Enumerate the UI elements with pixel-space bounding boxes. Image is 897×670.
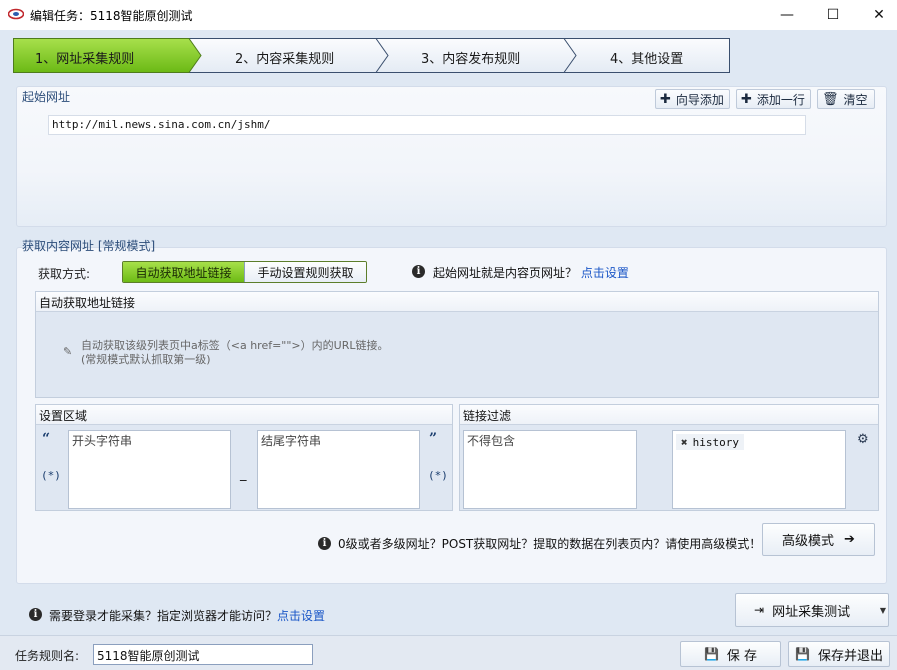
window-title: 编辑任务：5118智能原创测试 [30, 9, 193, 23]
remove-tag-icon[interactable]: ✖ [681, 436, 688, 449]
rule-name-input[interactable]: 5118智能原创测试 [93, 644, 313, 665]
plus-icon: ✚ [741, 91, 752, 107]
filter-tag-list[interactable]: ✖ history [672, 430, 846, 509]
open-quote-icon[interactable]: “ [42, 431, 50, 447]
step-4-label[interactable]: 4、其他设置 [610, 48, 683, 67]
app-logo-icon [8, 8, 24, 20]
gear-icon[interactable]: ⚙ [857, 432, 869, 447]
info-icon: i [29, 608, 42, 621]
separator: _ [240, 467, 247, 482]
close-button[interactable]: ✕ [856, 0, 897, 30]
link-filter-box: 链接过滤 不得包含 ✖ history ⚙ [459, 404, 879, 511]
rule-name-label: 任务规则名: [15, 649, 80, 663]
add-row-button[interactable]: ✚ 添加一行 [736, 89, 811, 109]
save-icon: 💾 [703, 647, 719, 661]
fetch-url-title: 获取内容网址 [常规模式] [22, 239, 156, 253]
start-is-content-hint: 起始网址就是内容页网址？ 点击设置 [433, 266, 629, 280]
filter-tag[interactable]: ✖ history [676, 434, 744, 450]
arrow-right-icon: ➔ [844, 532, 855, 547]
wildcard-right[interactable]: (*) [428, 469, 448, 482]
run-icon: ⇥ [754, 603, 765, 617]
save-icon: 💾 [795, 647, 810, 661]
save-button[interactable]: 💾 保 存 [680, 641, 781, 667]
step-bar: 1、网址采集规则 2、内容采集规则 3、内容发布规则 4、其他设置 [13, 38, 730, 73]
step-1-label[interactable]: 1、网址采集规则 [35, 48, 134, 67]
save-exit-button[interactable]: 💾 保存并退出 [788, 641, 890, 667]
link-filter-title: 链接过滤 [460, 405, 878, 425]
login-settings-link[interactable]: 点击设置 [277, 609, 325, 623]
method-toggle: 自动获取地址链接 手动设置规则获取 [122, 261, 367, 283]
title-bar: 编辑任务：5118智能原创测试 — ☐ ✕ [0, 0, 897, 30]
area-settings-box: 设置区域 “ (*) 开头字符串 _ 结尾字符串 ” (*) [35, 404, 453, 511]
info-icon: i [318, 537, 331, 550]
info-icon: i [412, 265, 425, 278]
wildcard-left[interactable]: (*) [41, 469, 61, 482]
auto-link-box-title: 自动获取地址链接 [36, 292, 878, 312]
area-settings-title: 设置区域 [36, 405, 452, 425]
advanced-mode-button[interactable]: 高级模式 ➔ [762, 523, 875, 556]
start-url-input[interactable]: http://mil.news.sina.com.cn/jshm/ [48, 115, 806, 135]
step-2-label[interactable]: 2、内容采集规则 [235, 48, 334, 67]
maximize-button[interactable]: ☐ [810, 0, 856, 30]
footer-bar: 任务规则名: 5118智能原创测试 💾 保 存 💾 保存并退出 [0, 635, 897, 670]
advanced-hint: 0级或者多级网址？POST获取网址？提取的数据在列表页内？请使用高级模式！ [338, 537, 762, 551]
url-test-button[interactable]: ⇥ 网址采集测试 ▼ [735, 593, 889, 627]
auto-mode-button[interactable]: 自动获取地址链接 [123, 262, 244, 282]
auto-link-box: 自动获取地址链接 ✎ 自动获取该级列表页中a标签（<a href="">）内的U… [35, 291, 879, 398]
manual-mode-button[interactable]: 手动设置规则获取 [244, 262, 366, 282]
close-quote-icon[interactable]: ” [429, 431, 437, 447]
login-hint: 需要登录才能采集？指定浏览器才能访问？点击设置 [49, 609, 326, 623]
minimize-button[interactable]: — [764, 0, 810, 30]
method-label: 获取方式: [38, 267, 91, 281]
step-3-label[interactable]: 3、内容发布规则 [421, 48, 520, 67]
auto-link-description: 自动获取该级列表页中a标签（<a href="">）内的URL链接。 (常规模式… [81, 339, 389, 366]
clear-button[interactable]: 🗑 清空 [817, 89, 875, 109]
start-string-field[interactable]: 开头字符串 [68, 430, 231, 509]
paperclip-icon: ✎ [63, 345, 73, 358]
trash-icon: 🗑 [822, 91, 839, 107]
must-not-contain-field[interactable]: 不得包含 [463, 430, 637, 509]
plus-icon: ✚ [660, 91, 671, 107]
start-is-content-link[interactable]: 点击设置 [581, 266, 629, 280]
start-url-title: 起始网址 [22, 90, 71, 104]
dropdown-arrow-icon[interactable]: ▼ [880, 606, 886, 615]
wizard-add-button[interactable]: ✚ 向导添加 [655, 89, 730, 109]
end-string-field[interactable]: 结尾字符串 [257, 430, 420, 509]
